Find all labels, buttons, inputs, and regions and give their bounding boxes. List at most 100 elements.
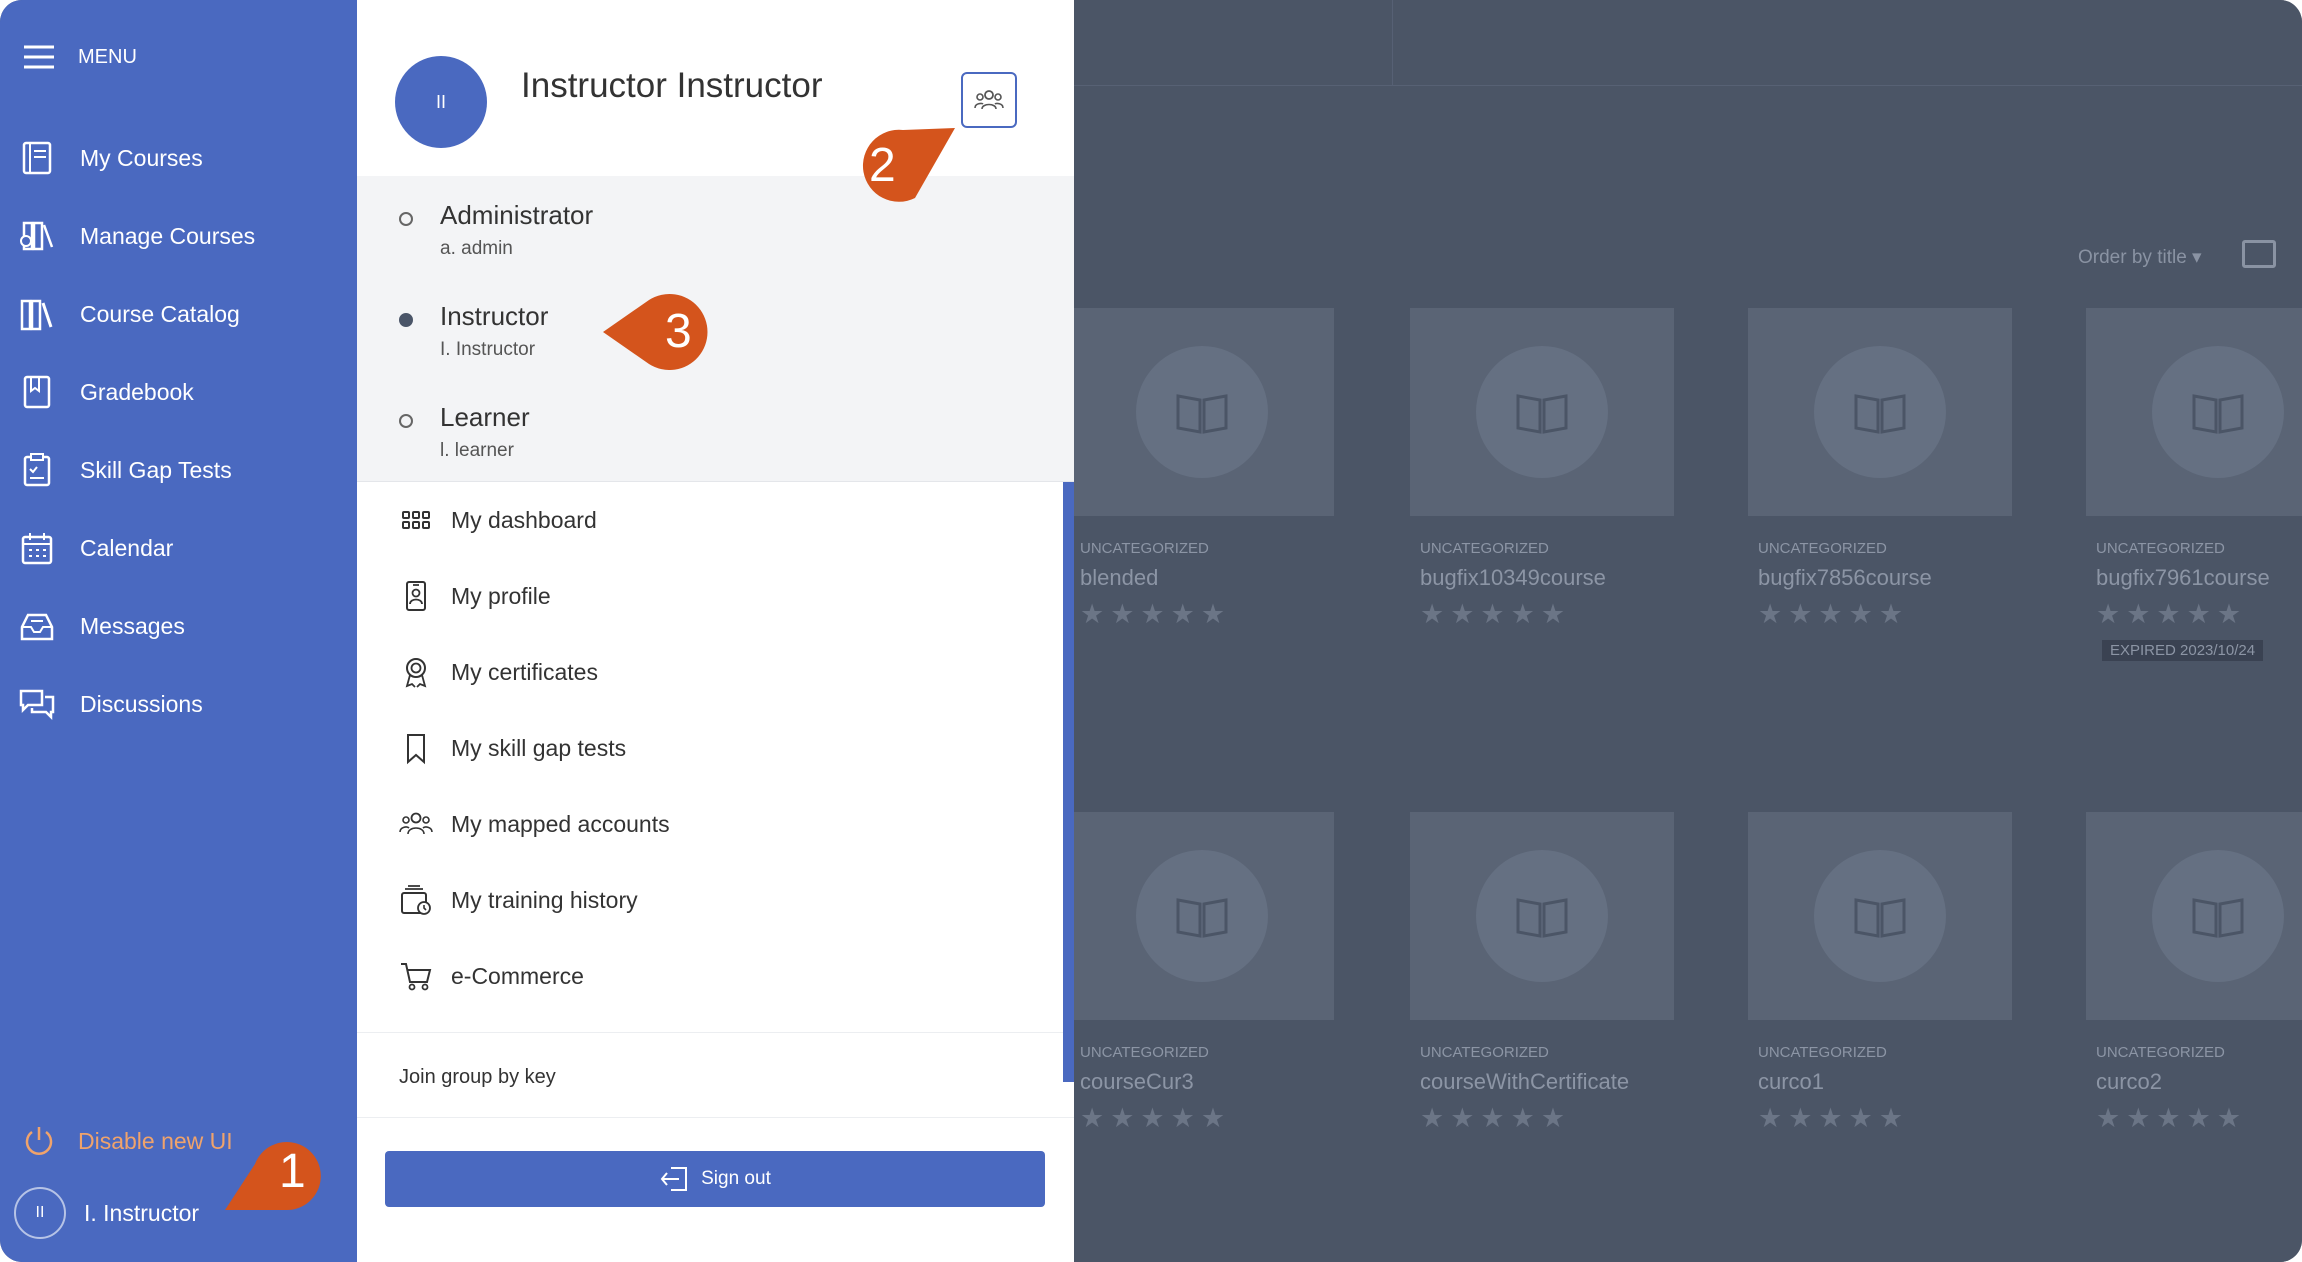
link-my-profile[interactable]: My profile bbox=[399, 576, 551, 616]
course-title: curco1 bbox=[1758, 1069, 1825, 1094]
profile-header: II Instructor Instructor bbox=[357, 0, 1074, 176]
user-label: I. Instructor bbox=[84, 1199, 200, 1226]
sidebar-item-calendar[interactable]: Calendar bbox=[18, 526, 173, 570]
sign-out-icon bbox=[660, 1167, 688, 1191]
sidebar-item-label: Gradebook bbox=[80, 378, 194, 405]
divider bbox=[357, 1117, 1074, 1118]
rating-stars: ★★★★★ bbox=[1080, 1103, 1232, 1133]
sidebar-item-course-catalog[interactable]: Course Catalog bbox=[18, 292, 240, 336]
course-card[interactable]: UNCATEGORIZED curco1 ★★★★★ bbox=[1748, 812, 2012, 1134]
user-menu-button[interactable]: II I. Instructor bbox=[14, 1187, 199, 1239]
course-thumbnail bbox=[1070, 308, 1334, 516]
avatar: II bbox=[395, 56, 487, 148]
sidebar-item-label: Calendar bbox=[80, 534, 174, 561]
list-view-icon[interactable] bbox=[2242, 240, 2276, 268]
inbox-icon bbox=[20, 613, 54, 641]
join-group-by-key-link[interactable]: Join group by key bbox=[399, 1066, 556, 1089]
sidebar-item-label: Discussions bbox=[80, 690, 203, 717]
sidebar-item-manage-courses[interactable]: Manage Courses bbox=[18, 214, 255, 258]
rating-stars: ★★★★★ bbox=[1080, 599, 1232, 629]
chat-icon bbox=[19, 689, 55, 721]
course-card[interactable]: UNCATEGORIZED bugfix7856course ★★★★★ bbox=[1748, 308, 2012, 630]
course-category: UNCATEGORIZED bbox=[1420, 540, 1549, 557]
radio-unselected bbox=[399, 212, 413, 226]
course-category: UNCATEGORIZED bbox=[2096, 540, 2225, 557]
sidebar-item-label: Course Catalog bbox=[80, 300, 240, 327]
manage-courses-icon bbox=[20, 221, 54, 251]
course-category: UNCATEGORIZED bbox=[1080, 1044, 1209, 1061]
app-window: Order by title ▾ UNCATEGORIZED blended ★… bbox=[0, 0, 2302, 1262]
hamburger-icon bbox=[24, 45, 54, 69]
course-card[interactable]: UNCATEGORIZED curco2 ★★★★★ bbox=[2086, 812, 2302, 1134]
sidebar-item-discussions[interactable]: Discussions bbox=[18, 682, 203, 726]
role-name: Administrator bbox=[440, 200, 594, 230]
gradebook-icon bbox=[23, 375, 51, 409]
sidebar-item-label: Manage Courses bbox=[80, 222, 256, 249]
course-title: courseCur3 bbox=[1080, 1069, 1194, 1094]
disable-new-ui-button[interactable]: Disable new UI bbox=[22, 1124, 233, 1158]
switch-role-button[interactable] bbox=[961, 72, 1017, 128]
course-category: UNCATEGORIZED bbox=[1758, 1044, 1887, 1061]
order-by-dropdown[interactable]: Order by title ▾ bbox=[2078, 246, 2202, 269]
avatar: II bbox=[14, 1187, 66, 1239]
course-thumbnail bbox=[1748, 812, 2012, 1020]
callout-marker-1: 1 bbox=[225, 1130, 337, 1214]
link-label: e-Commerce bbox=[451, 962, 584, 989]
link-my-training-history[interactable]: My training history bbox=[399, 880, 638, 920]
sidebar-item-label: My Courses bbox=[80, 144, 203, 171]
sidebar-item-gradebook[interactable]: Gradebook bbox=[18, 370, 194, 414]
training-history-icon bbox=[401, 885, 431, 915]
sidebar-item-label: Skill Gap Tests bbox=[80, 456, 232, 483]
role-name: Instructor bbox=[440, 301, 549, 331]
link-label: My profile bbox=[451, 582, 551, 609]
book-icon bbox=[22, 141, 52, 175]
course-card[interactable]: UNCATEGORIZED courseCur3 ★★★★★ bbox=[1070, 812, 1334, 1134]
rating-stars: ★★★★★ bbox=[1758, 599, 1910, 629]
course-grid-background: Order by title ▾ UNCATEGORIZED blended ★… bbox=[1070, 0, 2302, 1262]
rating-stars: ★★★★★ bbox=[1420, 599, 1572, 629]
link-label: My skill gap tests bbox=[451, 734, 627, 761]
power-icon bbox=[25, 1127, 53, 1155]
profile-badge-icon bbox=[406, 581, 426, 611]
menu-label: MENU bbox=[78, 45, 137, 68]
link-my-mapped-accounts[interactable]: My mapped accounts bbox=[399, 804, 670, 844]
open-book-icon bbox=[2192, 898, 2244, 938]
course-thumbnail bbox=[2086, 308, 2302, 516]
course-thumbnail bbox=[1410, 308, 1674, 516]
course-card[interactable]: UNCATEGORIZED courseWithCertificate ★★★★… bbox=[1410, 812, 1674, 1134]
cart-icon bbox=[401, 963, 432, 991]
link-my-dashboard[interactable]: My dashboard bbox=[399, 500, 597, 540]
sign-out-button[interactable]: Sign out bbox=[385, 1151, 1045, 1207]
link-my-skill-gap-tests[interactable]: My skill gap tests bbox=[399, 728, 626, 768]
course-card[interactable]: UNCATEGORIZED blended ★★★★★ bbox=[1070, 308, 1334, 630]
sidebar-item-skill-gap-tests[interactable]: Skill Gap Tests bbox=[18, 448, 232, 492]
open-book-icon bbox=[1516, 394, 1568, 434]
role-account: l. learner bbox=[440, 440, 514, 461]
open-book-icon bbox=[1176, 898, 1228, 938]
sidebar-item-messages[interactable]: Messages bbox=[18, 604, 185, 648]
rating-stars: ★★★★★ bbox=[2096, 1103, 2248, 1133]
link-my-certificates[interactable]: My certificates bbox=[399, 652, 598, 692]
menu-toggle[interactable]: MENU bbox=[22, 44, 137, 70]
course-thumbnail bbox=[1410, 812, 1674, 1020]
course-card[interactable]: UNCATEGORIZED bugfix10349course ★★★★★ bbox=[1410, 308, 1674, 630]
certificate-icon bbox=[405, 658, 427, 688]
rating-stars: ★★★★★ bbox=[2096, 599, 2248, 629]
sidebar-item-my-courses[interactable]: My Courses bbox=[18, 136, 203, 180]
link-e-commerce[interactable]: e-Commerce bbox=[399, 956, 584, 996]
open-book-icon bbox=[1854, 394, 1906, 434]
open-book-icon bbox=[1176, 394, 1228, 434]
rating-stars: ★★★★★ bbox=[1758, 1103, 1910, 1133]
course-title: curco2 bbox=[2096, 1069, 2163, 1094]
profile-panel: II Instructor Instructor Administrator a… bbox=[357, 0, 1074, 1262]
role-name: Learner bbox=[440, 402, 530, 432]
course-title: blended bbox=[1080, 565, 1159, 590]
course-card[interactable]: UNCATEGORIZED bugfix7961course ★★★★★ EXP… bbox=[2086, 308, 2302, 661]
course-title: bugfix10349course bbox=[1420, 565, 1606, 590]
link-label: My mapped accounts bbox=[451, 810, 670, 837]
users-group-icon bbox=[399, 812, 433, 835]
course-title: bugfix7856course bbox=[1758, 565, 1932, 590]
bookmark-icon bbox=[407, 734, 425, 765]
scrollbar[interactable] bbox=[1063, 482, 1074, 1082]
profile-name: Instructor Instructor bbox=[521, 66, 823, 105]
